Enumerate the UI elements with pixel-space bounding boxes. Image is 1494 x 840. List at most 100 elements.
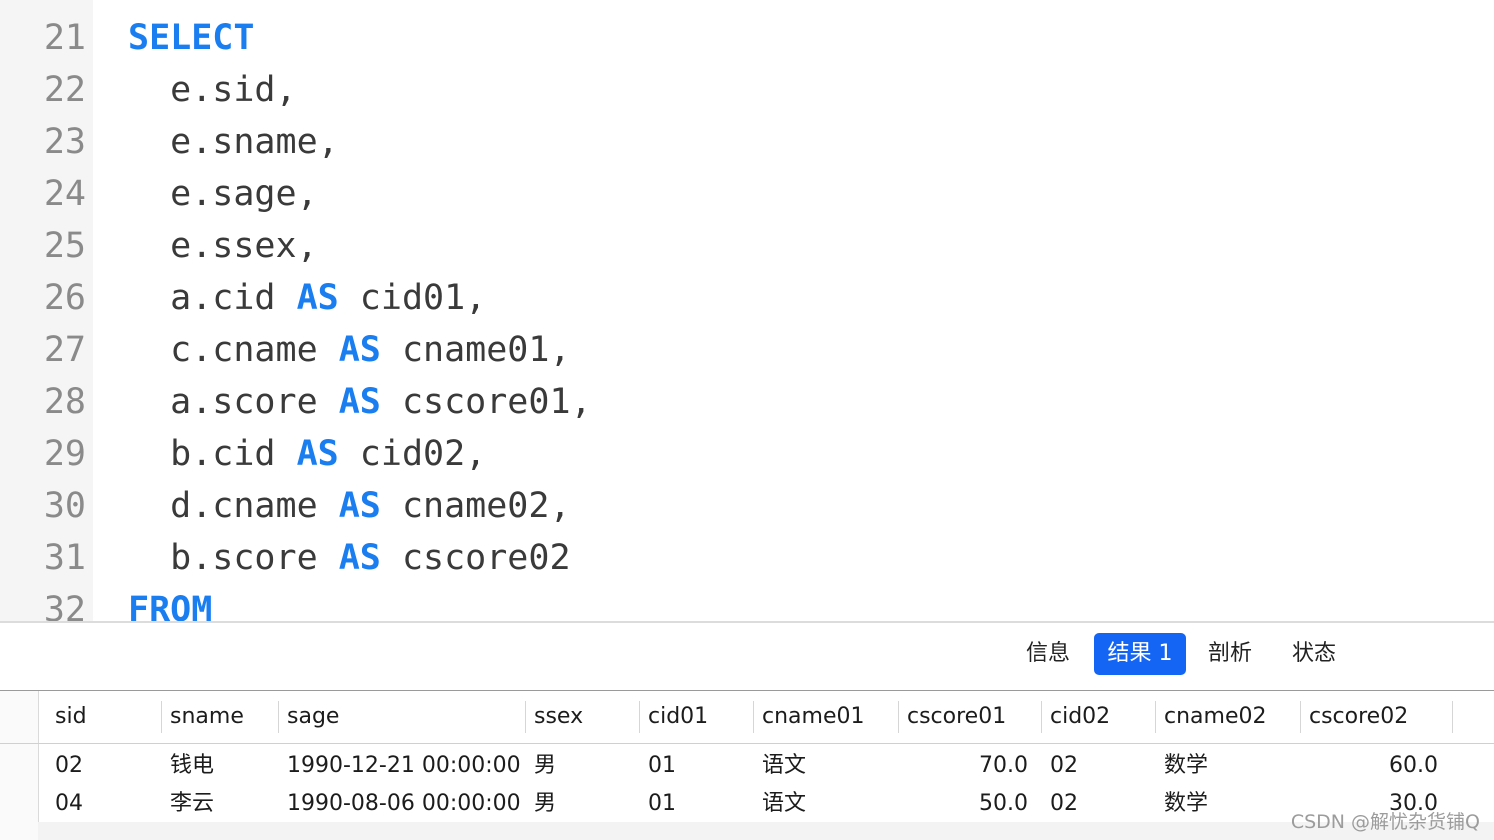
code-text: a.cid AS cid01, <box>128 272 486 324</box>
watermark: CSDN @解忧杂货铺Q <box>1290 811 1480 833</box>
cell-sid[interactable]: 04 <box>47 785 162 823</box>
sql-keyword: SELECT <box>128 18 255 58</box>
line-number: 28 <box>43 382 86 422</box>
code-line[interactable]: 26 a.cid AS cid01, <box>0 272 1494 324</box>
column-header-cid01[interactable]: cid01 <box>640 691 754 743</box>
cell-cscore01[interactable]: 50.0 <box>899 785 1034 823</box>
sql-token: b.score <box>128 538 339 578</box>
cell-sage[interactable]: 1990-12-21 00:00:00 <box>279 747 526 785</box>
column-header-cname01[interactable]: cname01 <box>754 691 899 743</box>
column-resize-handle[interactable] <box>278 701 279 733</box>
line-number: 27 <box>43 330 86 370</box>
cell-cname02[interactable]: 数学 <box>1156 785 1301 823</box>
tab-1[interactable]: 结果 1 <box>1094 633 1186 675</box>
sql-token: a.score <box>128 382 339 422</box>
sql-token: b.cid <box>128 434 297 474</box>
column-resize-handle[interactable] <box>1041 701 1042 733</box>
tab-0[interactable]: 信息 <box>1014 633 1082 675</box>
code-line[interactable]: 22 e.sid, <box>0 64 1494 116</box>
sql-keyword: AS <box>338 330 381 370</box>
column-header-ssex[interactable]: ssex <box>526 691 640 743</box>
sql-keyword: FROM <box>128 590 213 622</box>
code-text: e.sid, <box>128 64 297 116</box>
grid-empty-area <box>38 822 1494 840</box>
code-text: b.cid AS cid02, <box>128 428 486 480</box>
grid-header-row: sid sname sage ssex cid01 cname01 cscore01 cid0… <box>0 691 1494 744</box>
sql-token: cscore01, <box>380 382 592 422</box>
line-number: 22 <box>43 70 86 110</box>
column-header-sname[interactable]: sname <box>162 691 279 743</box>
cell-sname[interactable]: 钱电 <box>162 747 279 785</box>
column-resize-handle[interactable] <box>639 701 640 733</box>
column-resize-handle[interactable] <box>161 701 162 733</box>
line-number: 29 <box>43 434 86 474</box>
result-grid[interactable]: sid sname sage ssex cid01 cname01 cscore01 cid0… <box>0 691 1494 840</box>
column-resize-handle[interactable] <box>1452 701 1453 733</box>
sql-editor[interactable]: 21 SELECT 22 e.sid, 23 e.sname, 24 e.sage, 25… <box>0 0 1494 622</box>
sql-keyword: AS <box>296 434 339 474</box>
code-text: e.sage, <box>128 168 318 220</box>
line-number: 31 <box>43 538 86 578</box>
sql-keyword: AS <box>338 538 381 578</box>
cell-cscore02[interactable]: 60.0 <box>1301 747 1444 785</box>
cell-cname01[interactable]: 语文 <box>754 785 899 823</box>
table-row[interactable]: 04 李云 1990-08-06 00:00:00 男 01 语文 50.0 02 数学 30.0 <box>0 785 1494 823</box>
code-line[interactable]: 29 b.cid AS cid02, <box>0 428 1494 480</box>
code-line[interactable]: 24 e.sage, <box>0 168 1494 220</box>
column-header-cscore01[interactable]: cscore01 <box>899 691 1042 743</box>
sql-token: e.sid, <box>128 70 297 110</box>
code-text: b.score AS cscore02 <box>128 532 570 584</box>
code-line[interactable]: 21 SELECT <box>0 12 1494 64</box>
line-number: 25 <box>43 226 86 266</box>
cell-sage[interactable]: 1990-08-06 00:00:00 <box>279 785 526 823</box>
cell-cid02[interactable]: 02 <box>1042 747 1156 785</box>
tab-2[interactable]: 剖析 <box>1196 633 1264 675</box>
column-header-cscore02[interactable]: cscore02 <box>1301 691 1452 743</box>
column-resize-handle[interactable] <box>1155 701 1156 733</box>
code-text: d.cname AS cname02, <box>128 480 571 532</box>
cell-cid02[interactable]: 02 <box>1042 785 1156 823</box>
code-line[interactable]: 31 b.score AS cscore02 <box>0 532 1494 584</box>
code-text: a.score AS cscore01, <box>128 376 592 428</box>
column-header-cname02[interactable]: cname02 <box>1156 691 1301 743</box>
column-resize-handle[interactable] <box>525 701 526 733</box>
line-number: 32 <box>43 590 86 622</box>
column-resize-handle[interactable] <box>898 701 899 733</box>
line-number: 21 <box>43 18 86 58</box>
cell-cid01[interactable]: 01 <box>640 747 754 785</box>
cell-cscore01[interactable]: 70.0 <box>899 747 1034 785</box>
cell-cname01[interactable]: 语文 <box>754 747 899 785</box>
code-line[interactable]: 30 d.cname AS cname02, <box>0 480 1494 532</box>
sql-token: cid02, <box>338 434 487 474</box>
cell-cid01[interactable]: 01 <box>640 785 754 823</box>
cell-sid[interactable]: 02 <box>47 747 162 785</box>
sql-token: cid01, <box>338 278 487 318</box>
line-number: 23 <box>43 122 86 162</box>
tab-3[interactable]: 状态 <box>1278 633 1350 675</box>
cell-ssex[interactable]: 男 <box>526 747 640 785</box>
sql-token: a.cid <box>128 278 297 318</box>
code-line[interactable]: 25 e.ssex, <box>0 220 1494 272</box>
column-resize-handle[interactable] <box>1300 701 1301 733</box>
sql-token: d.cname <box>128 486 339 526</box>
code-line[interactable]: 28 a.score AS cscore01, <box>0 376 1494 428</box>
sql-token: cname02, <box>380 486 571 526</box>
line-number: 30 <box>43 486 86 526</box>
cell-cname02[interactable]: 数学 <box>1156 747 1301 785</box>
cell-sname[interactable]: 李云 <box>162 785 279 823</box>
sql-token: c.cname <box>128 330 339 370</box>
column-header-sid[interactable]: sid <box>47 691 162 743</box>
table-row[interactable]: 02 钱电 1990-12-21 00:00:00 男 01 语文 70.0 02 数学 60.0 <box>0 747 1494 785</box>
code-text: e.sname, <box>128 116 339 168</box>
column-header-sage[interactable]: sage <box>279 691 526 743</box>
code-line[interactable]: 23 e.sname, <box>0 116 1494 168</box>
code-text: c.cname AS cname01, <box>128 324 570 376</box>
cell-ssex[interactable]: 男 <box>526 785 640 823</box>
column-header-cid02[interactable]: cid02 <box>1042 691 1156 743</box>
line-number: 24 <box>43 174 86 214</box>
code-line[interactable]: 32 FROM <box>0 584 1494 622</box>
column-resize-handle[interactable] <box>753 701 754 733</box>
line-number: 26 <box>43 278 86 318</box>
code-line[interactable]: 27 c.cname AS cname01, <box>0 324 1494 376</box>
sql-keyword: AS <box>338 486 381 526</box>
